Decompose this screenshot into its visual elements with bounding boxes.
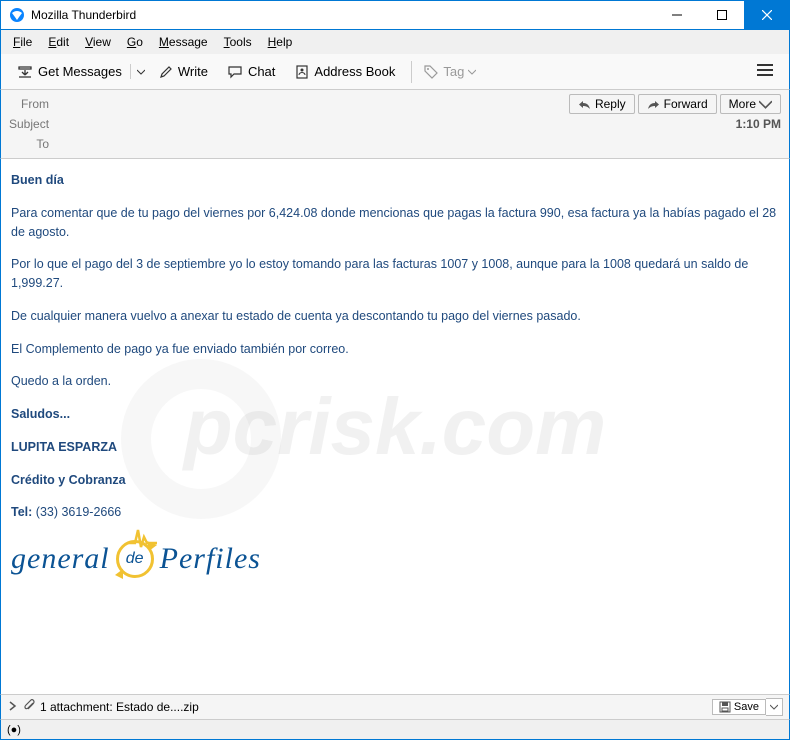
menu-view[interactable]: View xyxy=(77,33,119,51)
app-menu-button[interactable] xyxy=(749,59,781,84)
body-paragraph-4: El Complemento de pago ya fue enviado ta… xyxy=(11,340,779,359)
menu-message[interactable]: Message xyxy=(151,33,216,51)
sender-dept: Crédito y Cobranza xyxy=(11,471,779,490)
attachment-bar: 1 attachment: Estado de....zip Save xyxy=(0,694,790,720)
toolbar-separator xyxy=(411,61,412,83)
reply-icon xyxy=(578,98,591,111)
message-header: From Reply Forward More Subject 1:10 PM … xyxy=(0,90,790,159)
maximize-button[interactable] xyxy=(699,1,744,29)
save-attachment-button[interactable]: Save xyxy=(712,699,766,715)
window-title: Mozilla Thunderbird xyxy=(31,8,654,22)
message-time: 1:10 PM xyxy=(736,117,781,131)
forward-button[interactable]: Forward xyxy=(638,94,717,114)
window-titlebar: Mozilla Thunderbird xyxy=(0,0,790,30)
body-paragraph-1: Para comentar que de tu pago del viernes… xyxy=(11,204,779,242)
download-icon xyxy=(17,64,33,80)
save-icon xyxy=(719,701,731,713)
address-book-button[interactable]: Address Book xyxy=(287,60,403,83)
logo-circle: de xyxy=(116,540,154,578)
attachment-text[interactable]: 1 attachment: Estado de....zip xyxy=(40,700,199,714)
save-dropdown[interactable] xyxy=(766,698,783,716)
chat-icon xyxy=(228,65,243,79)
window-controls xyxy=(654,1,789,29)
company-logo: general de Perfiles xyxy=(11,536,779,581)
tag-button[interactable]: Tag xyxy=(416,60,489,83)
pencil-icon xyxy=(159,65,173,79)
main-toolbar: Get Messages Write Chat Address Book Tag xyxy=(0,54,790,90)
close-button[interactable] xyxy=(744,1,789,29)
body-paragraph-5: Quedo a la orden. xyxy=(11,372,779,391)
write-button[interactable]: Write xyxy=(151,60,216,83)
expand-attachments-button[interactable] xyxy=(7,700,17,714)
status-bar: (●) xyxy=(0,720,790,740)
menu-edit[interactable]: Edit xyxy=(40,33,77,51)
get-messages-button[interactable]: Get Messages xyxy=(9,60,130,84)
logo-text-perfiles: Perfiles xyxy=(160,536,261,581)
sender-name: LUPITA ESPARZA xyxy=(11,438,779,457)
thunderbird-icon xyxy=(9,7,25,23)
tag-icon xyxy=(424,65,438,79)
reply-button[interactable]: Reply xyxy=(569,94,635,114)
hamburger-icon xyxy=(757,63,773,77)
get-messages-dropdown[interactable] xyxy=(130,64,151,79)
menu-file[interactable]: File xyxy=(5,33,40,51)
menu-help[interactable]: Help xyxy=(260,33,301,51)
status-activity-icon: (●) xyxy=(7,724,21,736)
subject-label: Subject xyxy=(9,117,49,131)
message-body: pcrisk.com Buen día Para comentar que de… xyxy=(0,159,790,694)
menu-tools[interactable]: Tools xyxy=(216,33,260,51)
saludos: Saludos... xyxy=(11,405,779,424)
paperclip-icon xyxy=(23,699,36,715)
minimize-button[interactable] xyxy=(654,1,699,29)
sender-tel: Tel: (33) 3619-2666 xyxy=(11,503,779,522)
body-paragraph-3: De cualquier manera vuelvo a anexar tu e… xyxy=(11,307,779,326)
chat-button[interactable]: Chat xyxy=(220,60,283,83)
from-label: From xyxy=(9,97,59,111)
to-label: To xyxy=(9,137,59,151)
forward-icon xyxy=(647,98,660,111)
greeting: Buen día xyxy=(11,171,779,190)
menu-go[interactable]: Go xyxy=(119,33,151,51)
logo-text-general: general xyxy=(11,536,110,581)
menu-bar: File Edit View Go Message Tools Help xyxy=(0,30,790,54)
address-book-icon xyxy=(295,65,309,79)
more-button[interactable]: More xyxy=(720,94,781,114)
body-paragraph-2: Por lo que el pago del 3 de septiembre y… xyxy=(11,255,779,293)
